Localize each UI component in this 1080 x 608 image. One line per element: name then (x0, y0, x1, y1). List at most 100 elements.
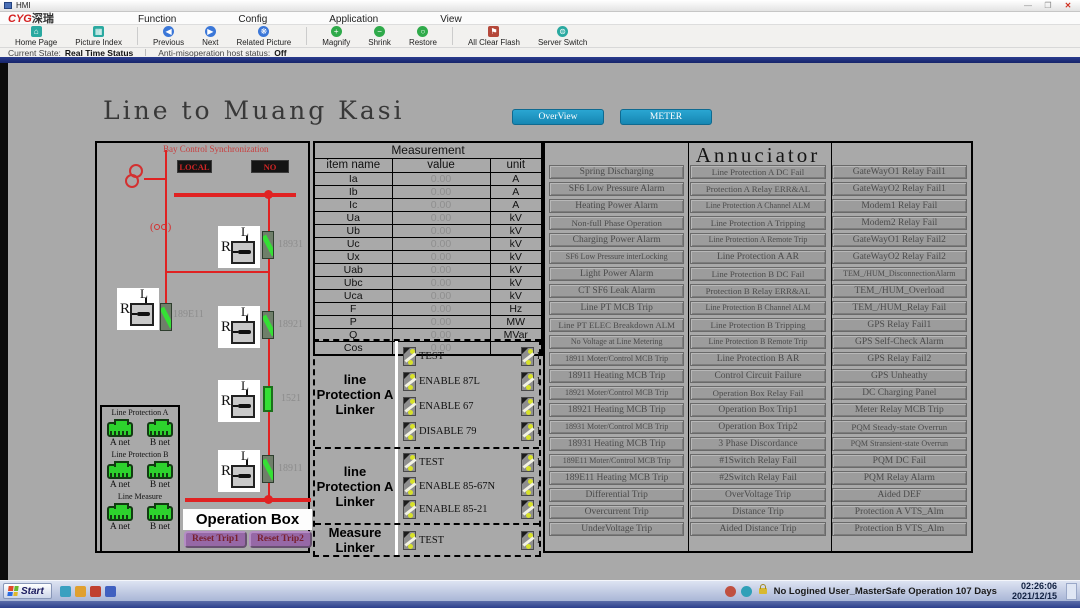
linker-switch-icon[interactable] (521, 347, 534, 366)
annunciator-tile[interactable]: UnderVoltage Trip (549, 522, 684, 536)
annunciator-tile[interactable]: No Voltage at Line Metering (549, 335, 684, 349)
annunciator-tile[interactable]: Differential Trip (549, 488, 684, 502)
linker-switch-icon[interactable] (521, 453, 534, 472)
linker-switch-icon[interactable] (403, 397, 416, 416)
toolbar-related-picture[interactable]: ❋Related Picture (228, 25, 301, 47)
annunciator-tile[interactable]: Operation Box Trip2 (690, 420, 825, 434)
annunciator-tile[interactable]: 18911 Moter/Control MCB Trip (549, 352, 684, 366)
annunciator-tile[interactable]: Line Protection A Remote Trip (690, 233, 825, 247)
annunciator-tile[interactable]: Protection B VTS_Alm (832, 522, 967, 536)
linker-switch-icon[interactable] (403, 531, 416, 550)
annunciator-tile[interactable]: Line PT MCB Trip (549, 301, 684, 315)
annunciator-tile[interactable]: PQM Relay Alarm (832, 471, 967, 485)
toolbar-picture-index[interactable]: ▦Picture Index (66, 25, 131, 47)
annunciator-tile[interactable]: TEM_/HUM_Overload (832, 284, 967, 298)
annunciator-tile[interactable]: Modem1 Relay Fail (832, 199, 967, 213)
breaker-189E11[interactable]: RL (117, 288, 159, 330)
annunciator-tile[interactable]: 18911 Heating MCB Trip (549, 369, 684, 383)
linker-switch-icon[interactable] (521, 477, 534, 496)
toolbar-next[interactable]: ▶Next (193, 25, 227, 47)
annunciator-tile[interactable]: Line PT ELEC Breakdown ALM (549, 318, 684, 332)
annunciator-tile[interactable]: Distance Trip (690, 505, 825, 519)
breaker-18911[interactable]: RL (218, 450, 260, 492)
reset-trip2-button[interactable]: Reset Trip2 (249, 531, 312, 548)
annunciator-tile[interactable]: Heating Power Alarm (549, 199, 684, 213)
tray-network-icon[interactable] (741, 586, 752, 597)
annunciator-tile[interactable]: GPS Unheathy (832, 369, 967, 383)
disconnector-18921[interactable] (262, 311, 274, 339)
toolbar-all-clear-flash[interactable]: ⚑All Clear Flash (459, 25, 529, 47)
toolbar-server-switch[interactable]: ⊜Server Switch (529, 25, 596, 47)
annunciator-tile[interactable]: GPS Relay Fail1 (832, 318, 967, 332)
annunciator-tile[interactable]: Light Power Alarm (549, 267, 684, 281)
menu-config[interactable]: Config (238, 14, 267, 25)
annunciator-tile[interactable]: Operation Box Trip1 (690, 403, 825, 417)
annunciator-tile[interactable]: Line Protection B Remote Trip (690, 335, 825, 349)
annunciator-tile[interactable]: 189E11 Moter/Control MCB Trip (549, 454, 684, 468)
linker-switch-icon[interactable] (521, 422, 534, 441)
annunciator-tile[interactable]: 3 Phase Discordance (690, 437, 825, 451)
annunciator-tile[interactable]: Spring Discharging (549, 165, 684, 179)
toolbar-previous[interactable]: ◀Previous (144, 25, 193, 47)
annunciator-tile[interactable]: OverVoltage Trip (690, 488, 825, 502)
annunciator-tile[interactable]: Line Protection A DC Fail (690, 165, 825, 179)
annunciator-tile[interactable]: GPS Self-Check Alarm (832, 335, 967, 349)
annunciator-tile[interactable]: Line Protection A AR (690, 250, 825, 264)
linker-switch-icon[interactable] (403, 477, 416, 496)
maximize-button[interactable]: ❐ (1040, 1, 1056, 10)
annunciator-tile[interactable]: DC Charging Panel (832, 386, 967, 400)
linker-switch-icon[interactable] (521, 531, 534, 550)
disconnector-1521[interactable] (263, 386, 273, 412)
annunciator-tile[interactable]: Meter Relay MCB Trip (832, 403, 967, 417)
annunciator-tile[interactable]: Modem2 Relay Fail (832, 216, 967, 230)
annunciator-tile[interactable]: TEM_/HUM_Relay Fail (832, 301, 967, 315)
annunciator-tile[interactable]: GateWayO1 Relay Fail2 (832, 233, 967, 247)
annunciator-tile[interactable]: Protection A Relay ERR&AL (690, 182, 825, 196)
linker-switch-icon[interactable] (403, 347, 416, 366)
disconnector-18931[interactable] (262, 231, 274, 259)
linker-switch-icon[interactable] (521, 500, 534, 519)
meter-button[interactable]: METER (620, 109, 712, 125)
annunciator-tile[interactable]: TEM_/HUM_DisconnectionAlarm (832, 267, 967, 281)
annunciator-tile[interactable]: GateWayO2 Relay Fail2 (832, 250, 967, 264)
quicklaunch-icon[interactable] (90, 586, 101, 597)
annunciator-tile[interactable]: GPS Relay Fail2 (832, 352, 967, 366)
quicklaunch-icon[interactable] (60, 586, 71, 597)
start-button[interactable]: Start (3, 583, 52, 599)
annunciator-tile[interactable]: Control Circuit Failure (690, 369, 825, 383)
tray-alert-icon[interactable] (725, 586, 736, 597)
disconnector-189E11[interactable] (160, 303, 172, 331)
annunciator-tile[interactable]: PQM Stransient-state Overrun (832, 437, 967, 451)
close-button[interactable]: ✕ (1060, 1, 1076, 10)
toolbar-restore[interactable]: ○Restore (400, 25, 446, 47)
annunciator-tile[interactable]: #1Switch Relay Fail (690, 454, 825, 468)
toolbar-magnify[interactable]: +Magnify (313, 25, 359, 47)
annunciator-tile[interactable]: Protection A VTS_Alm (832, 505, 967, 519)
annunciator-tile[interactable]: PQM Steady-state Overrun (832, 420, 967, 434)
annunciator-tile[interactable]: Non-full Phase Operation (549, 216, 684, 230)
breaker-18921[interactable]: RL (218, 306, 260, 348)
annunciator-tile[interactable]: Operation Box Relay Fail (690, 386, 825, 400)
annunciator-tile[interactable]: Line Protection A Tripping (690, 216, 825, 230)
annunciator-tile[interactable]: PQM DC Fail (832, 454, 967, 468)
linker-switch-icon[interactable] (403, 372, 416, 391)
annunciator-tile[interactable]: 18931 Heating MCB Trip (549, 437, 684, 451)
annunciator-tile[interactable]: Aided Distance Trip (690, 522, 825, 536)
annunciator-tile[interactable]: 18921 Heating MCB Trip (549, 403, 684, 417)
toolbar-shrink[interactable]: −Shrink (359, 25, 400, 47)
annunciator-tile[interactable]: CT SF6 Leak Alarm (549, 284, 684, 298)
annunciator-tile[interactable]: Line Protection B AR (690, 352, 825, 366)
annunciator-tile[interactable]: SF6 Low Pressure Alarm (549, 182, 684, 196)
disconnector-18911[interactable] (262, 455, 274, 483)
annunciator-tile[interactable]: 189E11 Heating MCB Trip (549, 471, 684, 485)
annunciator-tile[interactable]: Aided DEF (832, 488, 967, 502)
menu-view[interactable]: View (440, 14, 462, 25)
breaker-18931[interactable]: RL (218, 226, 260, 268)
linker-switch-icon[interactable] (403, 453, 416, 472)
annunciator-tile[interactable]: Line Protection B DC Fail (690, 267, 825, 281)
show-desktop-button[interactable] (1066, 583, 1077, 600)
annunciator-tile[interactable]: Charging Power Alarm (549, 233, 684, 247)
annunciator-tile[interactable]: Protection B Relay ERR&AL (690, 284, 825, 298)
annunciator-tile[interactable]: #2Switch Relay Fail (690, 471, 825, 485)
annunciator-tile[interactable]: 18921 Moter/Control MCB Trip (549, 386, 684, 400)
